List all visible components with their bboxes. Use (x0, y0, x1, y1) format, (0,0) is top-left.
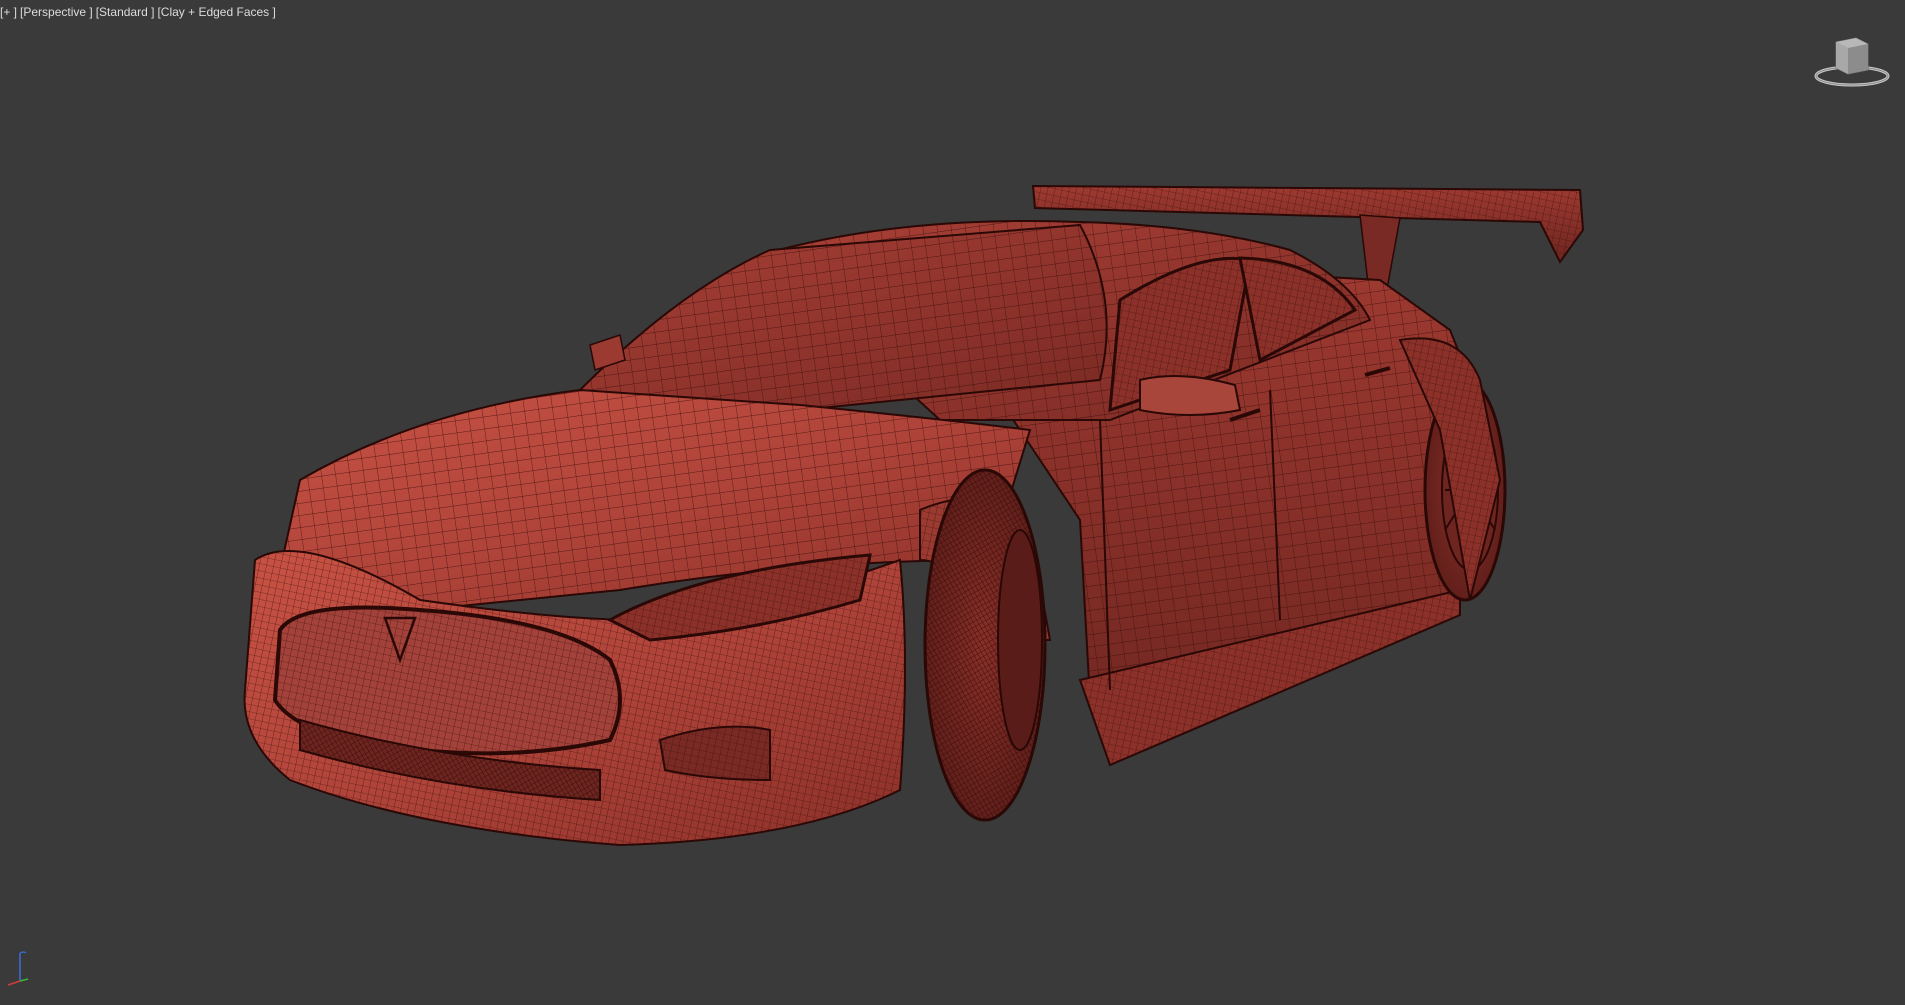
viewcube-icon[interactable] (1812, 30, 1892, 90)
front-wheel (923, 468, 1047, 822)
axis-tripod-icon (7, 951, 29, 986)
car-model[interactable] (243, 184, 1585, 847)
car-model-render[interactable] (0, 0, 1905, 1005)
perspective-viewport[interactable]: [+ ] [Perspective ] [Standard ] [Clay + … (0, 0, 1905, 1005)
